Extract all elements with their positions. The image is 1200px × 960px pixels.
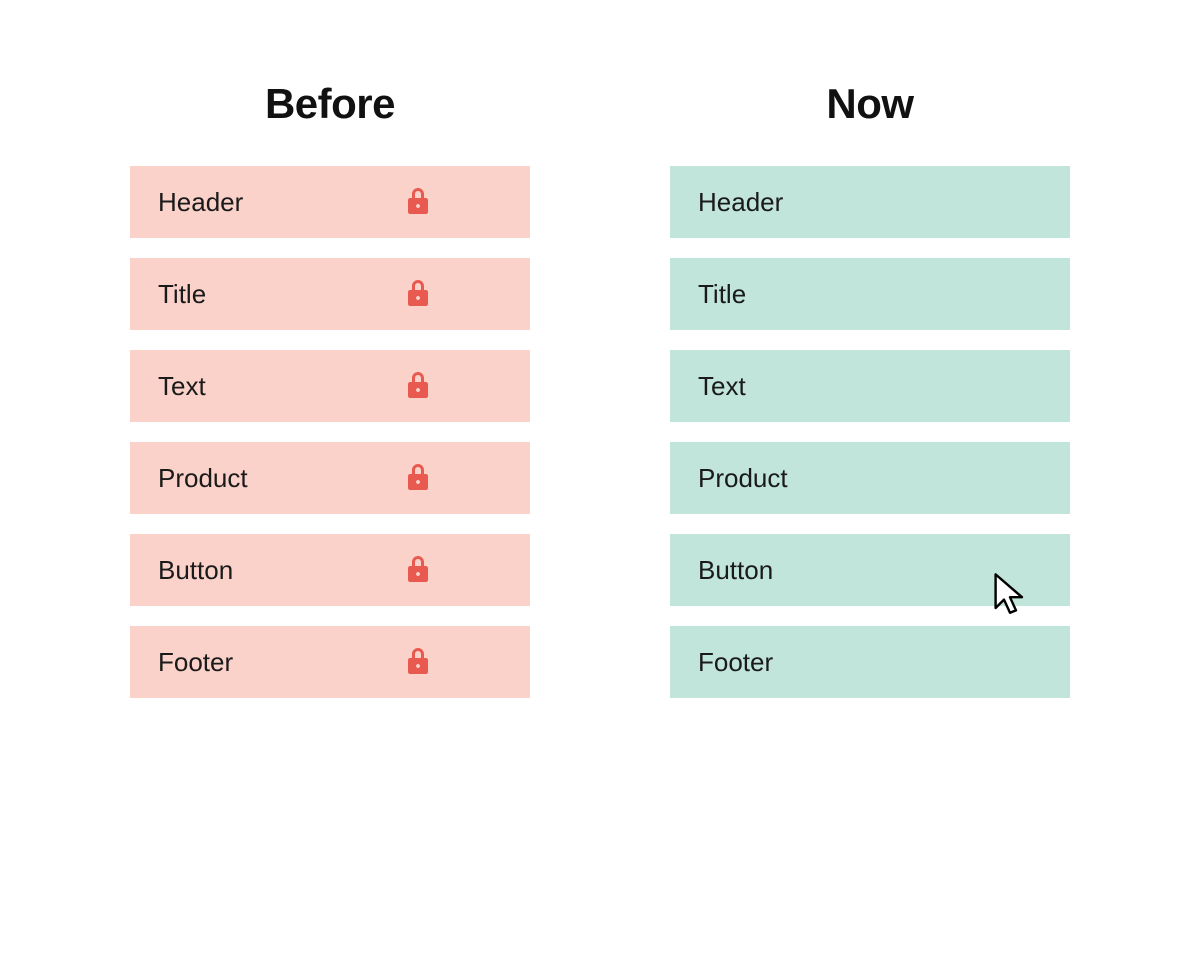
now-column: Now Header Title Text Product Button <box>670 80 1070 698</box>
block-product-locked: Product <box>130 442 530 514</box>
block-label: Text <box>158 371 206 402</box>
block-footer[interactable]: Footer <box>670 626 1070 698</box>
before-column: Before Header Title Text <box>130 80 530 698</box>
block-button[interactable]: Button <box>670 534 1070 606</box>
now-item-list: Header Title Text Product Button <box>670 166 1070 698</box>
block-label: Footer <box>158 647 233 678</box>
block-label: Footer <box>698 647 773 678</box>
lock-icon <box>406 280 430 308</box>
block-label: Header <box>158 187 243 218</box>
block-label: Title <box>158 279 206 310</box>
lock-icon <box>406 188 430 216</box>
block-title[interactable]: Title <box>670 258 1070 330</box>
block-label: Product <box>158 463 248 494</box>
lock-icon <box>406 556 430 584</box>
lock-icon <box>406 648 430 676</box>
block-product[interactable]: Product <box>670 442 1070 514</box>
block-header[interactable]: Header <box>670 166 1070 238</box>
lock-icon <box>406 372 430 400</box>
block-label: Header <box>698 187 783 218</box>
now-title: Now <box>826 80 913 128</box>
block-label: Text <box>698 371 746 402</box>
block-label: Button <box>698 555 773 586</box>
block-text-locked: Text <box>130 350 530 422</box>
comparison-container: Before Header Title Text <box>130 80 1070 698</box>
block-title-locked: Title <box>130 258 530 330</box>
block-label: Product <box>698 463 788 494</box>
block-text[interactable]: Text <box>670 350 1070 422</box>
block-label: Button <box>158 555 233 586</box>
before-title: Before <box>265 80 395 128</box>
cursor-icon <box>990 572 1030 620</box>
lock-icon <box>406 464 430 492</box>
before-item-list: Header Title Text Product <box>130 166 530 698</box>
block-footer-locked: Footer <box>130 626 530 698</box>
block-label: Title <box>698 279 746 310</box>
block-button-locked: Button <box>130 534 530 606</box>
block-header-locked: Header <box>130 166 530 238</box>
